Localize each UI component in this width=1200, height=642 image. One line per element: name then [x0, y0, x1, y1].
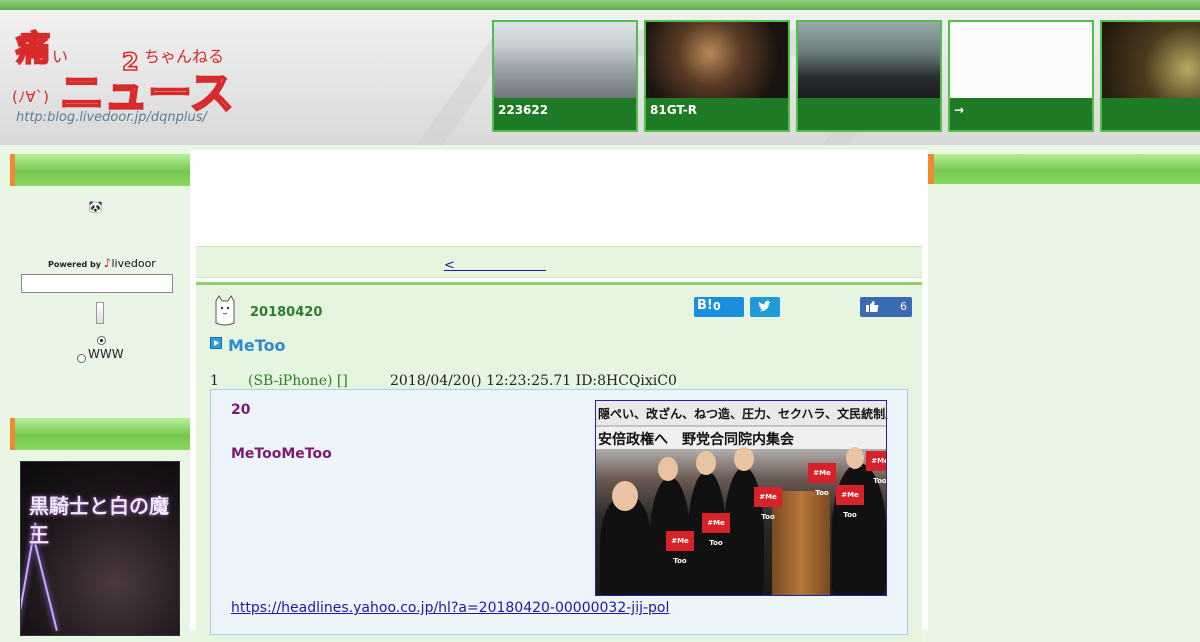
photo-face [696, 451, 716, 475]
thumbnail-image [646, 22, 788, 100]
photo-sign: #Me Too [702, 513, 730, 547]
svg-text:2: 2 [122, 48, 139, 76]
tweet-button[interactable] [750, 297, 780, 317]
hatena-bookmark-button[interactable]: B! 0 [694, 297, 744, 317]
thumbnail-caption: 81GT-R [646, 98, 788, 130]
photo-face [734, 447, 754, 471]
twitter-icon [758, 300, 771, 312]
response-body: 20 MeTooMeToo 隠ぺい、改ざん、ねつ造、圧力、セクハラ、文民統制崩壊… [210, 389, 908, 635]
thumbnail-4[interactable]: → [948, 20, 1094, 132]
play-icon [210, 337, 222, 349]
photo-face [658, 457, 678, 481]
thumbs-up-icon [866, 301, 879, 312]
lightning-decoration [34, 543, 58, 631]
hatena-count: 0 [713, 300, 721, 313]
thumbnail-image [1102, 22, 1200, 100]
sidebar-header-1 [10, 154, 190, 186]
thumbnail-5[interactable] [1100, 20, 1200, 132]
thumbnail-caption [798, 98, 940, 130]
news-photo[interactable]: 隠ぺい、改ざん、ねつ造、圧力、セクハラ、文民統制崩壊 安倍政権へ 野党合同院内集… [595, 400, 887, 596]
photo-sign: #Me Too [666, 531, 694, 565]
prev-article-link[interactable]: < [444, 254, 546, 273]
thumbnail-1[interactable]: 223622 [492, 20, 638, 132]
search-www-radio[interactable] [77, 354, 86, 363]
site-header: 痛 い (ﾉ∀`) ニュース 2 ちゃんねる http:blog.livedoo… [0, 0, 1200, 145]
powered-by: Powered by ♪livedoor [48, 256, 156, 270]
article-navigation: < [196, 246, 922, 278]
thumbnail-caption [1102, 98, 1200, 130]
svg-text:ちゃんねる: ちゃんねる [144, 47, 224, 66]
photo-banner-bottom: 安倍政権へ 野党合同院内集会 [596, 427, 886, 449]
thumbnail-caption: 223622 [494, 98, 636, 130]
photo-banner-top: 隠ぺい、改ざん、ねつ造、圧力、セクハラ、文民統制崩壊 [596, 401, 886, 425]
right-sidebar [928, 145, 1200, 630]
photo-sign: #Me Too [754, 487, 782, 521]
thumbnail-image [950, 22, 1092, 100]
banner-title: 黒騎士と白の魔王 [29, 494, 169, 547]
face-icon[interactable]: 🐼 [88, 200, 103, 214]
header-thumbnails: 223622 81GT-R → [492, 20, 1200, 134]
svg-text:(ﾉ∀`): (ﾉ∀`) [12, 88, 49, 106]
like-button[interactable]: 6 [860, 297, 912, 317]
thumbnail-image [494, 22, 636, 100]
response-number: 1 [210, 373, 219, 389]
article-date: 20180420 [250, 305, 323, 320]
svg-text:痛: 痛 [16, 29, 50, 69]
logo-url[interactable]: http:blog.livedoor.jp/dqnplus/ [16, 110, 207, 125]
search-blog-radio[interactable] [97, 336, 106, 345]
header-top-stripe [0, 0, 1200, 10]
svg-text:い: い [52, 47, 68, 66]
search-button[interactable] [96, 302, 104, 324]
thumbnail-image [798, 22, 940, 100]
thumbnail-2[interactable]: 81GT-R [644, 20, 790, 132]
hatena-icon: B! [697, 298, 713, 313]
thumbnail-caption: → [950, 98, 1092, 130]
photo-face [846, 447, 864, 469]
www-label: WWW [88, 347, 124, 361]
powered-by-label: Powered by [48, 260, 101, 269]
game-banner-ad[interactable]: 黒騎士と白の魔王 [20, 461, 180, 636]
right-sidebar-header [928, 154, 1200, 184]
response-name: (SB-iPhone) [] [248, 373, 348, 389]
livedoor-label: livedoor [111, 257, 156, 270]
response-timestamp: 2018/04/20() 12:23:25.71 ID:8HCQixiC0 [390, 373, 677, 389]
like-count: 6 [900, 300, 907, 313]
photo-sign: #Me Too [808, 463, 836, 497]
source-link[interactable]: https://headlines.yahoo.co.jp/hl?a=20180… [231, 600, 669, 616]
response-text-line-2: MeTooMeToo [231, 446, 332, 462]
photo-face [612, 481, 638, 511]
photo-sign: #Me Too [866, 451, 886, 485]
left-sidebar: 🐼 Powered by ♪livedoor WWW 黒騎士と白の魔王 [10, 150, 190, 636]
main-content: < 20180420 B! 0 6 MeToo 1 (SB-iPhone) []… [190, 150, 928, 642]
cat-icon [215, 295, 235, 326]
search-input[interactable] [21, 274, 173, 293]
thumbnail-3[interactable] [796, 20, 942, 132]
photo-sign: #Me Too [836, 485, 864, 519]
response-text-line-1: 20 [231, 402, 251, 418]
article: 20180420 B! 0 6 MeToo 1 (SB-iPhone) [] 2… [196, 282, 922, 642]
sidebar-header-2 [10, 418, 190, 450]
article-title[interactable]: MeToo [228, 336, 286, 355]
